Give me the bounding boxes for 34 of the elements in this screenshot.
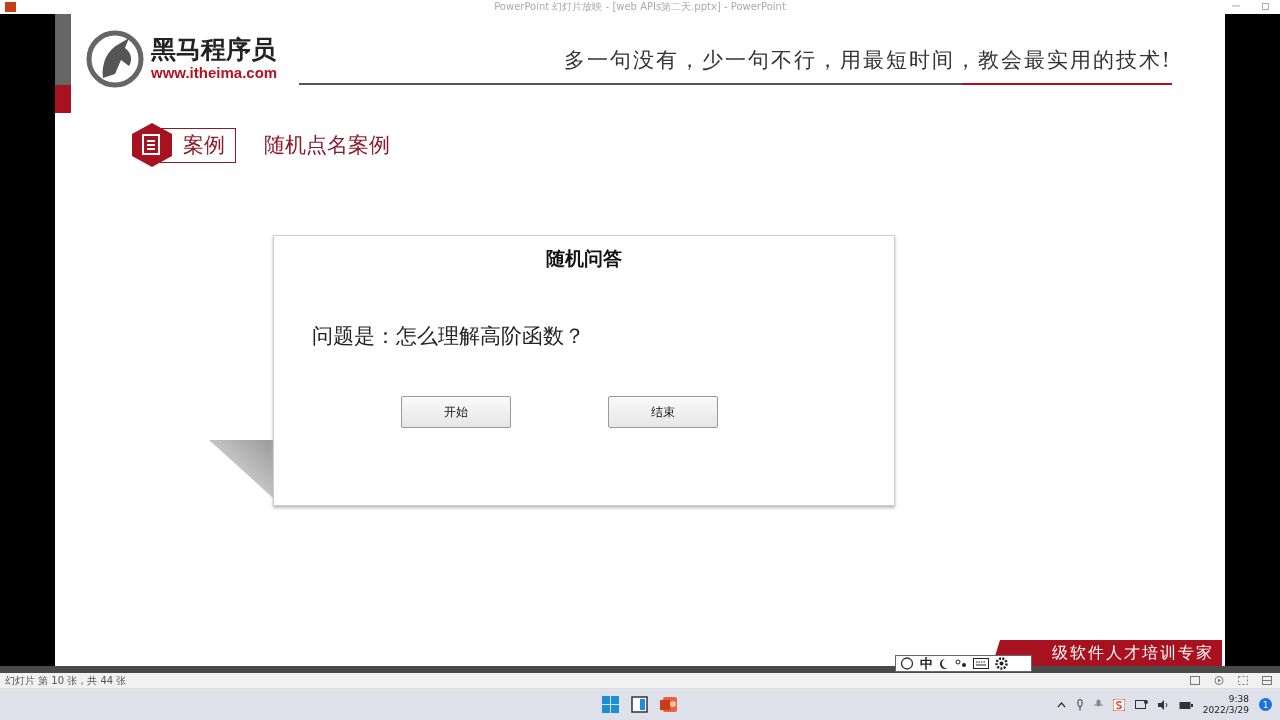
grid-icon[interactable] [1262,676,1272,685]
horse-logo-icon [85,30,145,88]
windows-start-icon[interactable] [602,696,619,713]
sogou-icon[interactable] [1112,698,1125,711]
brand-name: 黑马程序员 [151,36,277,64]
battery-icon[interactable] [1178,699,1193,710]
question-text: 问题是：怎么理解高阶函数？ [312,323,585,350]
ime-mode[interactable]: 中 [920,656,933,671]
clock-time[interactable]: 9:38 [1228,693,1249,705]
slide-counter: 幻灯片 第 10 张，共 44 张 [5,673,128,688]
section-title: 随机点名案例 [264,132,390,159]
speaker-icon[interactable] [1157,699,1169,710]
reading-view-icon[interactable] [1190,676,1200,685]
fit-window-icon[interactable] [1238,676,1248,685]
clock-date[interactable]: 2022/3/29 [1202,704,1249,716]
settings-icon[interactable] [995,657,1008,670]
ime-logo-icon[interactable] [900,657,914,670]
brand-url: www.itheima.com [151,64,278,82]
slideshow-icon[interactable] [1214,676,1224,685]
keyboard-icon[interactable] [973,658,989,669]
document-icon [132,123,172,167]
chevron-up-icon[interactable] [1056,701,1066,708]
dialog-button[interactable]: 开始 [400,396,511,428]
network-icon[interactable] [1134,698,1148,711]
task-view-icon[interactable] [631,696,648,713]
notification-badge[interactable]: 1 [1259,698,1272,711]
dialog-shadow [209,440,273,498]
powerpoint-icon [5,2,16,12]
slogan: 多一句没有，少一句不行，用最短时间，教会最实用的技术! [563,47,1172,73]
dialog-title: 随机问答 [546,246,622,271]
punctuation-icon[interactable] [955,657,967,670]
dialog-button[interactable]: 结束 [607,396,718,428]
powerpoint-icon[interactable] [660,696,677,713]
moon-icon[interactable] [939,657,949,670]
